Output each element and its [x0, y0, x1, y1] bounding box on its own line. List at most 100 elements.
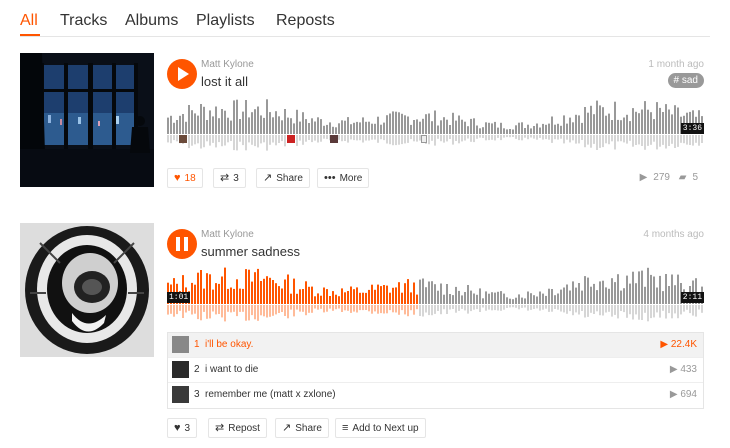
- waveform-reflection-bar: [242, 135, 244, 146]
- waveform-reflection-bar: [620, 305, 622, 311]
- waveform-bar: [500, 291, 502, 304]
- waveform-reflection-bar: [461, 135, 463, 142]
- waveform-bar: [182, 114, 184, 134]
- waveform-bar: [548, 288, 550, 304]
- waveform-bar: [431, 121, 433, 134]
- waveform-reflection-bar: [323, 305, 325, 313]
- add-to-next-up-button[interactable]: ≡ Add to Next up: [335, 418, 426, 438]
- waveform-reflection-bar: [578, 135, 580, 144]
- tab-albums[interactable]: Albums: [125, 12, 178, 30]
- waveform-reflection-bar: [350, 305, 352, 313]
- waveform-bar: [371, 123, 373, 134]
- list-item[interactable]: 1 i'll be okay. ▶ 22.4K: [168, 333, 703, 358]
- waveform-bar: [410, 292, 412, 304]
- waveform-reflection-bar: [440, 305, 442, 315]
- waveform-bar: [428, 281, 430, 304]
- comment-count: 5: [692, 172, 698, 183]
- waveform-bar: [506, 297, 508, 304]
- waveform-bar: [194, 113, 196, 134]
- waveform-reflection-bar: [641, 305, 643, 320]
- like-button[interactable]: ♥ 18: [167, 168, 203, 188]
- waveform-reflection-bar: [575, 135, 577, 144]
- track-artwork[interactable]: [20, 223, 154, 357]
- waveform-bar: [413, 120, 415, 134]
- waveform-bar: [533, 126, 535, 134]
- waveform-bar: [599, 281, 601, 304]
- tab-tracks[interactable]: Tracks: [60, 12, 107, 30]
- playlist-track-title[interactable]: remember me (matt x zxlone): [205, 389, 336, 400]
- waveform-reflection-bar: [626, 305, 628, 318]
- waveform-reflection-bar: [245, 135, 247, 151]
- waveform-reflection-bar: [617, 305, 619, 319]
- genre-tag[interactable]: # sad: [667, 73, 704, 88]
- tab-playlists[interactable]: Playlists: [196, 12, 255, 30]
- waveform-bar: [230, 287, 232, 304]
- waveform-reflection-bar: [659, 305, 661, 318]
- waveform-bar: [644, 101, 646, 134]
- list-item[interactable]: 3 remember me (matt x zxlone) ▶ 694: [168, 383, 703, 408]
- waveform-reflection-bar: [638, 135, 640, 145]
- waveform-reflection-bar: [281, 305, 283, 312]
- waveform-reflection-bar: [599, 135, 601, 148]
- waveform-bar: [530, 293, 532, 304]
- share-button[interactable]: ↗ Share: [275, 418, 329, 438]
- waveform[interactable]: 3:36: [167, 95, 704, 159]
- waveform-reflection-bar: [320, 135, 322, 142]
- track-duration: 3:36: [680, 123, 704, 134]
- waveform-reflection-bar: [368, 305, 370, 312]
- waveform-reflection-bar: [425, 305, 427, 313]
- track-artist[interactable]: Matt Kylone: [201, 59, 254, 70]
- comment-avatar[interactable]: [179, 135, 187, 143]
- play-button[interactable]: [167, 59, 197, 89]
- playlist-track-title[interactable]: i'll be okay.: [205, 339, 253, 350]
- waveform-reflection-bar: [464, 305, 466, 311]
- waveform-reflection-bar: [611, 305, 613, 317]
- waveform-reflection-bar: [662, 135, 664, 145]
- track-artwork[interactable]: [20, 53, 154, 187]
- waveform-reflection-bar: [284, 305, 286, 316]
- waveform-bar: [596, 100, 598, 134]
- waveform-bar: [626, 275, 628, 304]
- list-item[interactable]: 2 i want to die ▶ 433: [168, 358, 703, 383]
- waveform-bar: [305, 281, 307, 304]
- more-button[interactable]: ••• More: [317, 168, 370, 188]
- waveform-reflection-bar: [563, 135, 565, 144]
- tab-reposts[interactable]: Reposts: [276, 12, 335, 30]
- track-title[interactable]: summer sadness: [201, 244, 300, 259]
- comment-avatar[interactable]: [330, 135, 338, 143]
- waveform-reflection-bar: [647, 305, 649, 322]
- waveform-reflection-bar: [299, 135, 301, 141]
- waveform-reflection-bar: [353, 135, 355, 141]
- like-button[interactable]: ♥ 3: [167, 418, 198, 438]
- repost-button[interactable]: ⇄ Repost: [208, 418, 267, 438]
- waveform-reflection-bar: [491, 305, 493, 311]
- waveform-bar: [221, 109, 223, 134]
- waveform-reflection-bar: [260, 135, 262, 144]
- share-button[interactable]: ↗ Share: [256, 168, 310, 188]
- waveform-reflection-bar: [557, 305, 559, 310]
- waveform-reflection-bar: [275, 305, 277, 315]
- waveform-reflection-bar: [311, 135, 313, 143]
- tab-all[interactable]: All: [20, 12, 38, 30]
- waveform-reflection-bar: [392, 305, 394, 313]
- waveform-reflection-bar: [263, 135, 265, 143]
- repost-button[interactable]: ⇄ 3: [213, 168, 246, 188]
- waveform-reflection-bar: [671, 305, 673, 319]
- waveform-reflection-bar: [236, 305, 238, 317]
- waveform-reflection-bar: [560, 305, 562, 312]
- track-title[interactable]: lost it all: [201, 74, 248, 89]
- playlist-track-title[interactable]: i want to die: [205, 364, 258, 375]
- track-artist[interactable]: Matt Kylone: [201, 229, 254, 240]
- comment-avatar[interactable]: [287, 135, 295, 143]
- comment-avatar[interactable]: [421, 135, 427, 143]
- waveform-reflection-bar: [239, 135, 241, 142]
- waveform-bar: [473, 293, 475, 304]
- waveform[interactable]: 1:01 2:11: [167, 263, 704, 327]
- waveform-bar: [254, 272, 256, 304]
- waveform-reflection-bar: [530, 135, 532, 138]
- waveform-reflection-bar: [281, 135, 283, 142]
- waveform-bar: [305, 119, 307, 134]
- waveform-bar: [620, 290, 622, 304]
- pause-button[interactable]: [167, 229, 197, 259]
- waveform-reflection-bar: [248, 135, 250, 143]
